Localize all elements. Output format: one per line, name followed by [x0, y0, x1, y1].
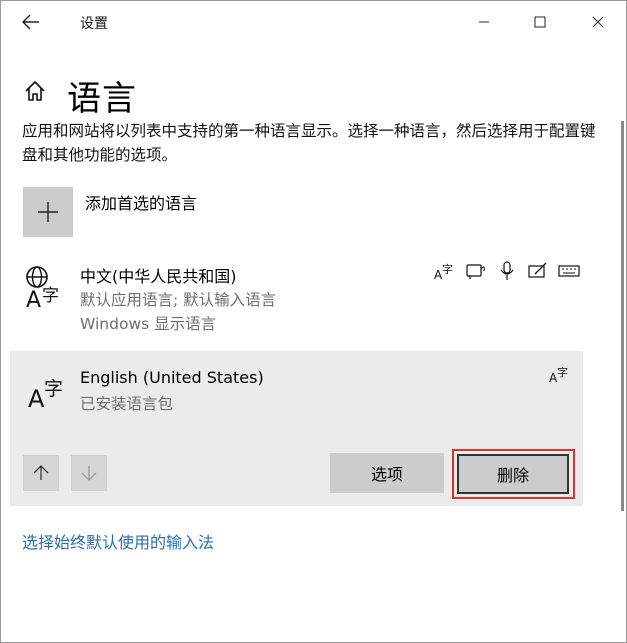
close-icon [592, 16, 604, 28]
arrow-up-icon [33, 465, 49, 480]
settings-window: 设置 语言 应用和网站将以列表中支持的第一种语言显示。选择一种语言，然后选择用于… [0, 0, 627, 643]
title-bar: 设置 [1, 1, 626, 43]
globe-language-icon: A 字 [26, 266, 59, 309]
minimize-icon [479, 21, 489, 23]
language-name: English (United States) [80, 368, 264, 387]
remove-button[interactable]: 删除 [457, 454, 569, 494]
svg-text:A: A [26, 288, 41, 309]
svg-text:字: 字 [44, 378, 63, 400]
language-features: A字 [549, 364, 571, 384]
svg-text:字: 字 [442, 262, 453, 276]
text-to-speech-icon [465, 261, 487, 281]
move-up-button[interactable] [23, 455, 59, 491]
display-language-icon: A字 [434, 261, 456, 281]
home-icon[interactable] [23, 79, 47, 103]
scrollbar[interactable] [621, 121, 624, 511]
back-arrow-icon [22, 14, 39, 30]
page-title: 语言 [67, 79, 137, 119]
svg-text:A: A [28, 385, 45, 413]
minimize-button[interactable] [461, 1, 507, 43]
maximize-icon [534, 16, 546, 28]
default-input-method-link[interactable]: 选择始终默认使用的输入法 [22, 529, 214, 553]
speech-recognition-icon [496, 261, 518, 281]
language-name: 中文(中华人民共和国) [80, 267, 237, 286]
close-button[interactable] [575, 1, 621, 43]
language-features: A字 [434, 261, 580, 281]
back-button[interactable] [15, 7, 47, 37]
window-title: 设置 [80, 16, 108, 32]
description-text: 应用和网站将以列表中支持的第一种语言显示。选择一种语言，然后选择用于配置键盘和其… [22, 122, 596, 164]
options-button[interactable]: 选项 [330, 453, 444, 493]
language-subtitle: 默认应用语言; 默认输入语言 [80, 291, 277, 309]
add-language-button[interactable] [23, 187, 73, 237]
language-icon: A 字 [28, 378, 63, 413]
handwriting-icon [527, 261, 549, 281]
language-subtitle: 已安装语言包 [80, 395, 174, 413]
maximize-button[interactable] [517, 1, 563, 43]
svg-text:字: 字 [557, 365, 568, 379]
language-subtitle: Windows 显示语言 [80, 315, 217, 333]
plus-icon [38, 202, 58, 222]
add-language-label[interactable]: 添加首选的语言 [85, 190, 197, 214]
keyboard-icon [558, 261, 580, 281]
display-language-icon: A字 [549, 364, 571, 384]
page-header: 语言 [1, 43, 626, 121]
svg-text:字: 字 [42, 286, 59, 306]
move-down-button[interactable] [71, 455, 107, 491]
arrow-down-icon [81, 466, 97, 481]
